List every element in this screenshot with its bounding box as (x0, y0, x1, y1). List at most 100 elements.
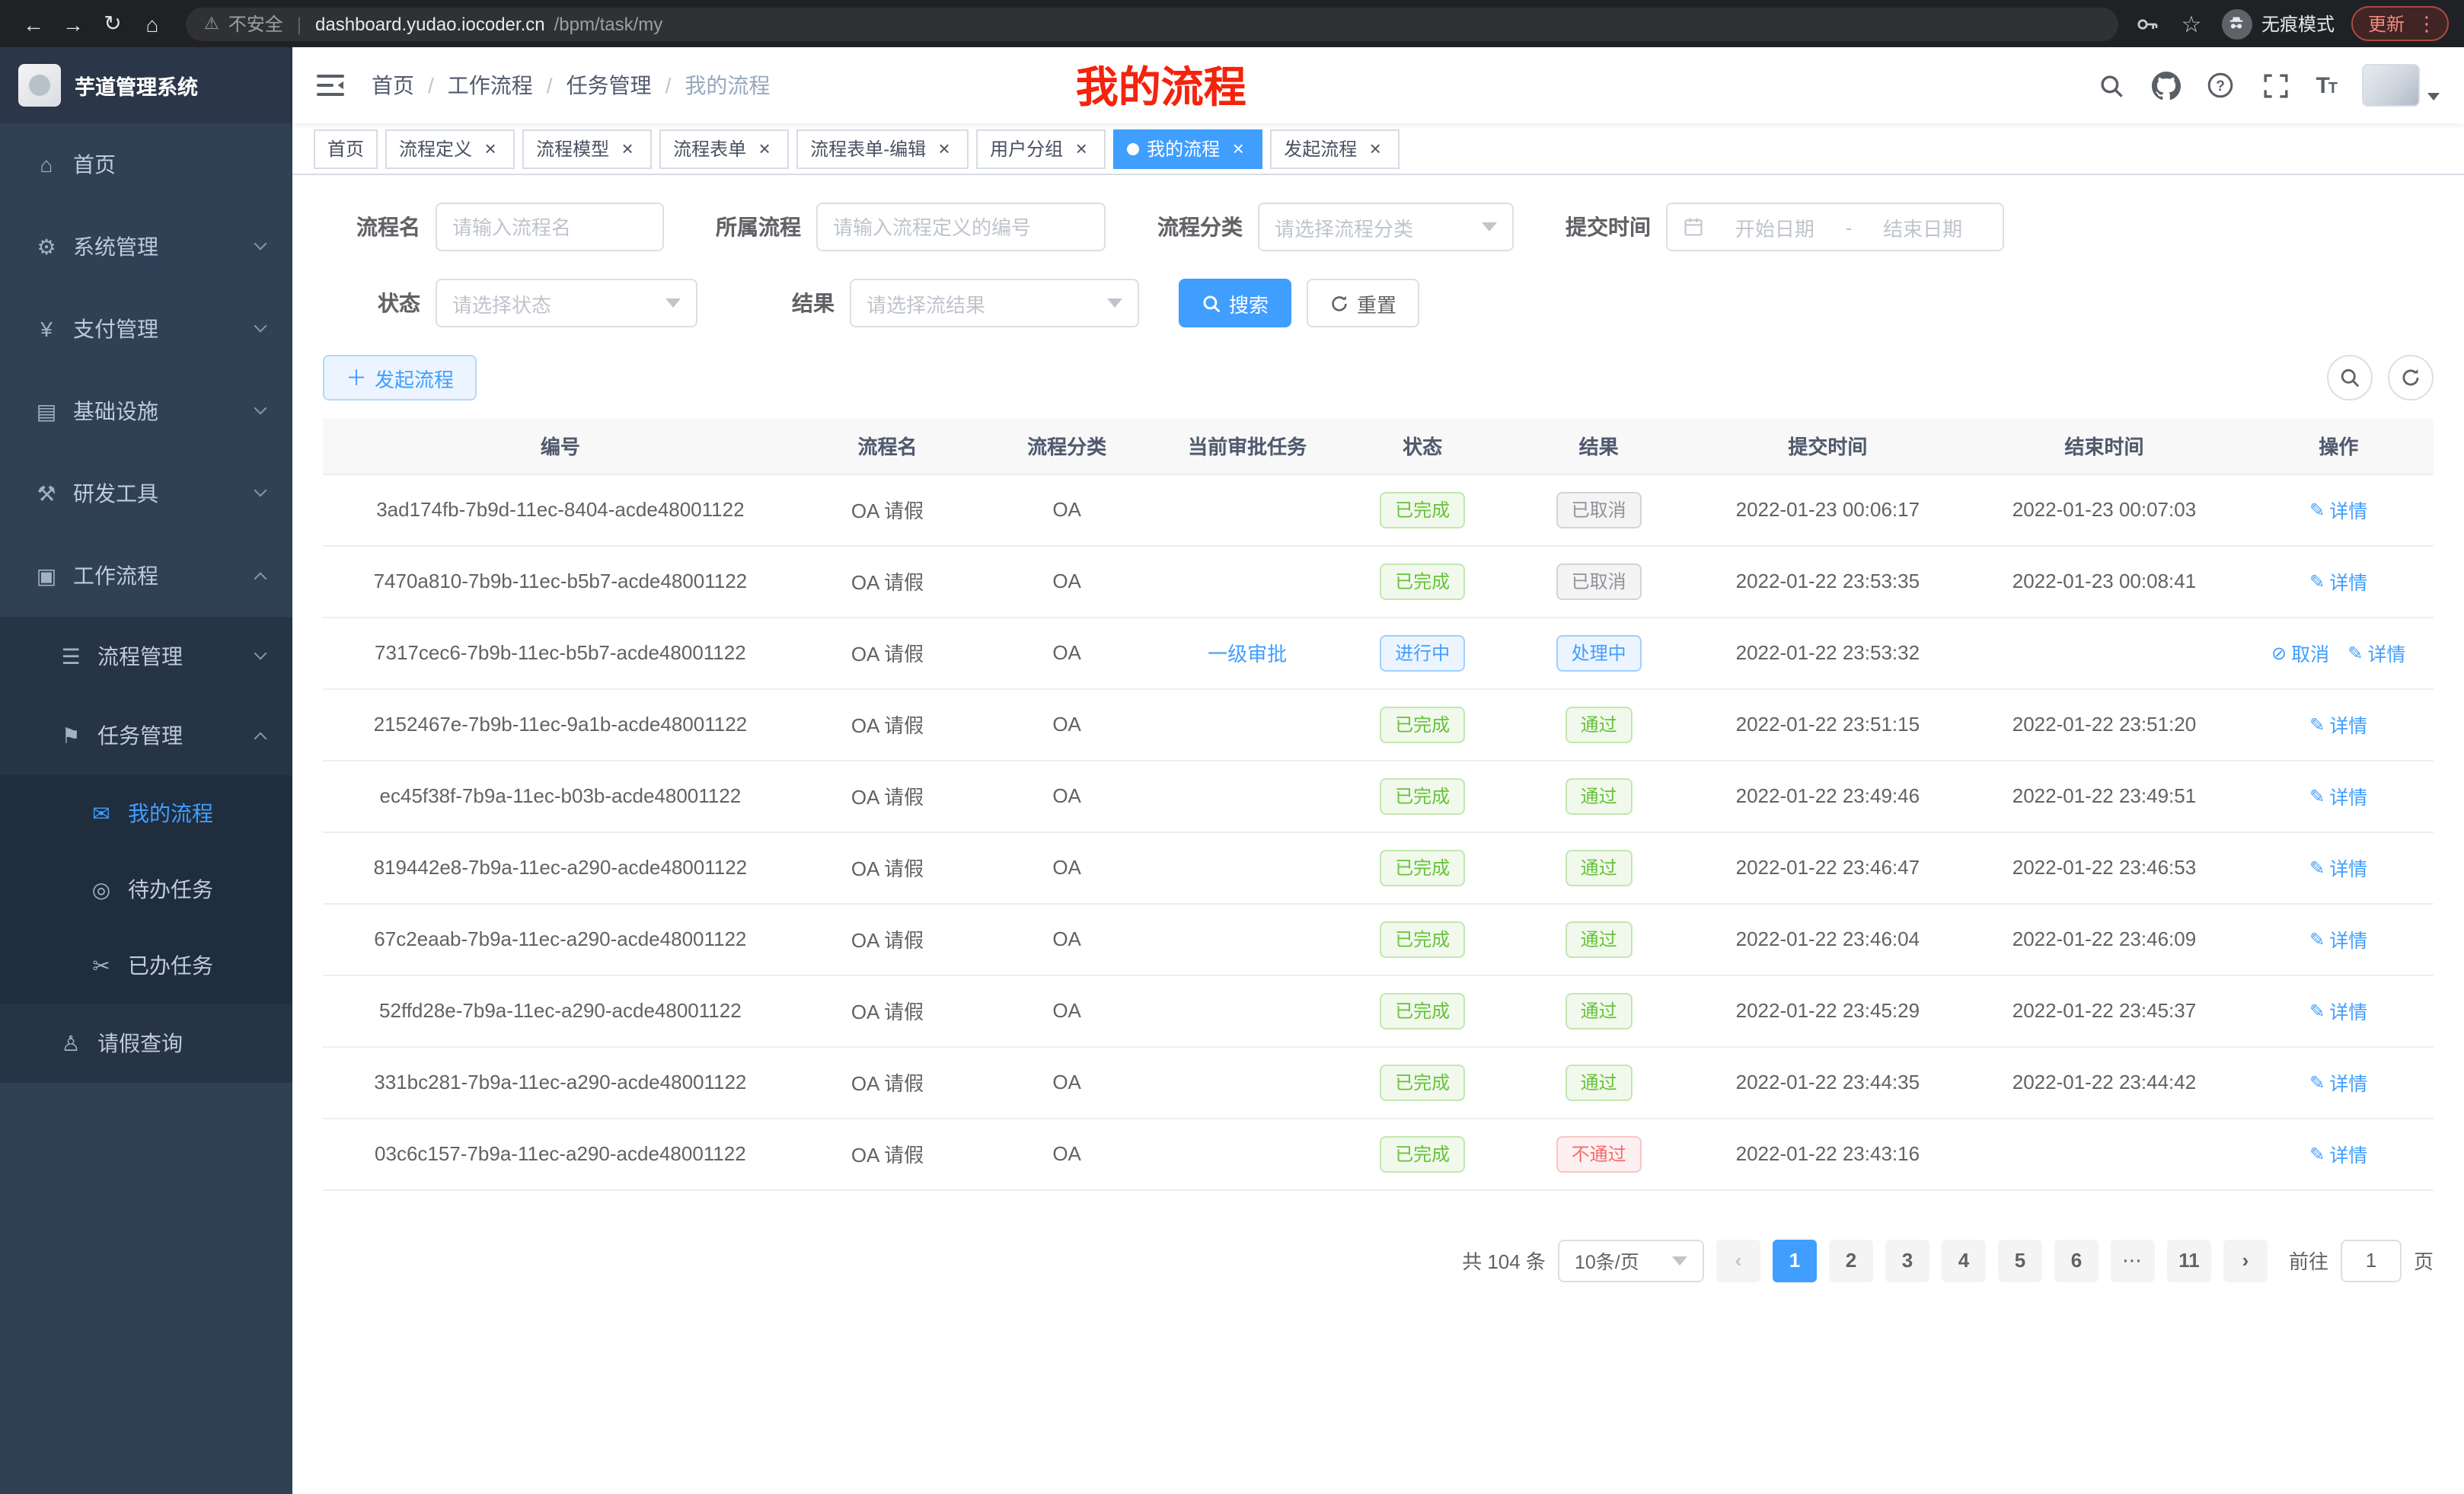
sidebar-item-devtools[interactable]: ⚒研发工具 (0, 452, 292, 535)
detail-button[interactable]: ✎详情 (2309, 1068, 2367, 1097)
sidebar-logo[interactable]: 芋道管理系统 (0, 47, 292, 123)
tab-home[interactable]: 首页 (314, 129, 378, 168)
sidebar-item-infrastructure[interactable]: ▤基础设施 (0, 370, 292, 452)
sidebar-item-task-management[interactable]: ⚑任务管理 (0, 696, 292, 775)
tab-close-icon[interactable]: × (934, 138, 955, 159)
tab-close-icon[interactable]: × (1071, 138, 1092, 159)
tab-close-icon[interactable]: × (617, 138, 638, 159)
page-button-3[interactable]: 3 (1885, 1239, 1929, 1282)
password-key-icon[interactable] (2134, 10, 2161, 37)
next-page-button[interactable]: › (2223, 1239, 2268, 1282)
cell-submit-time: 2022-01-22 23:45:29 (1690, 975, 1964, 1046)
result-select[interactable]: 请选择流结果 (850, 279, 1139, 327)
security-label[interactable]: 不安全 (228, 11, 283, 37)
jump-prefix: 前往 (2289, 1246, 2328, 1275)
page-button-11[interactable]: 11 (2167, 1239, 2211, 1282)
detail-button[interactable]: ✎详情 (2309, 710, 2367, 739)
search-button[interactable]: 搜索 (1179, 279, 1291, 327)
browser-home-button[interactable]: ⌂ (134, 5, 171, 42)
detail-icon: ✎ (2309, 857, 2325, 878)
sidebar-item-payment[interactable]: ¥支付管理 (0, 288, 292, 370)
breadcrumb-item[interactable]: 首页 (372, 70, 414, 101)
cancel-button[interactable]: ⊘取消 (2271, 638, 2329, 667)
bookmark-star-icon[interactable]: ☆ (2178, 10, 2205, 37)
status-select[interactable]: 请选择状态 (436, 279, 697, 327)
detail-button[interactable]: ✎详情 (2309, 781, 2367, 810)
process-name-input[interactable] (436, 203, 664, 251)
reset-button[interactable]: 重置 (1307, 279, 1419, 327)
create-process-button[interactable]: ＋ 发起流程 (323, 355, 477, 401)
date-end-placeholder: 结束日期 (1858, 212, 1987, 241)
process-def-input[interactable] (816, 203, 1106, 251)
detail-button[interactable]: ✎详情 (2309, 1139, 2367, 1168)
page-button-6[interactable]: 6 (2054, 1239, 2099, 1282)
prev-page-button[interactable]: ‹ (1716, 1239, 1760, 1282)
cell-current-task (1157, 975, 1338, 1046)
detail-button[interactable]: ✎详情 (2309, 853, 2367, 882)
category-select[interactable]: 请选择流程分类 (1258, 203, 1514, 251)
detail-button[interactable]: ✎详情 (2309, 495, 2367, 524)
tab-start-process[interactable]: 发起流程× (1270, 129, 1400, 168)
breadcrumb-item[interactable]: 工作流程 (448, 70, 533, 101)
sidebar-item-my-process[interactable]: ✉我的流程 (0, 775, 292, 851)
sidebar-item-leave-query[interactable]: ♙请假查询 (0, 1004, 292, 1083)
sidebar-item-system[interactable]: ⚙系统管理 (0, 206, 292, 288)
tab-user-group[interactable]: 用户分组× (976, 129, 1106, 168)
page-button-1[interactable]: 1 (1773, 1239, 1817, 1282)
sidebar-item-label: 流程管理 (97, 641, 183, 672)
hamburger-icon[interactable] (317, 70, 347, 101)
refresh-icon (2400, 367, 2421, 388)
reload-button[interactable]: ↻ (94, 5, 131, 42)
cell-category: OA (977, 688, 1157, 760)
tab-my-process[interactable]: 我的流程× (1113, 129, 1262, 168)
page-button-5[interactable]: 5 (1998, 1239, 2042, 1282)
detail-button[interactable]: ✎详情 (2309, 924, 2367, 953)
status-badge: 已完成 (1380, 1064, 1465, 1100)
submit-time-range[interactable]: 开始日期 - 结束日期 (1666, 203, 2004, 251)
font-size-icon[interactable]: TT (2316, 72, 2336, 98)
tab-close-icon[interactable]: × (480, 138, 501, 159)
user-menu[interactable] (2362, 64, 2440, 107)
tab-process-model[interactable]: 流程模型× (522, 129, 652, 168)
page-button-2[interactable]: 2 (1829, 1239, 1873, 1282)
tab-process-definition[interactable]: 流程定义× (385, 129, 515, 168)
browser-menu-icon[interactable]: ⋮ (2412, 11, 2441, 36)
show-search-button[interactable] (2327, 355, 2373, 401)
address-bar[interactable]: ⚠ 不安全 | dashboard.yudao.iocoder.cn/bpm/t… (186, 7, 2118, 40)
tab-process-form-edit[interactable]: 流程表单-编辑× (796, 129, 969, 168)
tab-close-icon[interactable]: × (1364, 138, 1386, 159)
sidebar-item-workflow[interactable]: ▣工作流程 (0, 535, 292, 617)
detail-button[interactable]: ✎详情 (2309, 996, 2367, 1025)
tab-close-icon[interactable]: × (1227, 138, 1249, 159)
search-icon[interactable] (2096, 71, 2125, 100)
avatar[interactable] (2362, 64, 2420, 107)
breadcrumb-separator: / (665, 73, 672, 97)
sidebar-item-process-management[interactable]: ☰流程管理 (0, 617, 292, 696)
refresh-table-button[interactable] (2388, 355, 2434, 401)
cell-category: OA (977, 832, 1157, 903)
breadcrumb-item[interactable]: 任务管理 (567, 70, 652, 101)
github-icon[interactable] (2151, 71, 2180, 100)
current-task-link[interactable]: 一级审批 (1208, 643, 1287, 666)
column-header-1: 流程名 (798, 419, 978, 474)
cell-name: OA 请假 (798, 1046, 978, 1118)
tab-process-form[interactable]: 流程表单× (659, 129, 789, 168)
action-label: 详情 (2329, 853, 2367, 882)
page-button-4[interactable]: 4 (1942, 1239, 1986, 1282)
sidebar-item-todo-tasks[interactable]: ◎待办任务 (0, 851, 292, 927)
result-badge: 通过 (1566, 849, 1633, 886)
fullscreen-icon[interactable] (2261, 71, 2290, 100)
status-badge: 已完成 (1380, 921, 1465, 957)
back-button[interactable]: ← (15, 5, 52, 42)
sidebar-item-done-tasks[interactable]: ✂已办任务 (0, 927, 292, 1004)
update-button[interactable]: 更新 ⋮ (2351, 6, 2449, 41)
detail-button[interactable]: ✎详情 (2348, 638, 2405, 667)
page-size-select[interactable]: 10条/页 (1558, 1239, 1704, 1282)
tab-close-icon[interactable]: × (754, 138, 775, 159)
search-button-label: 搜索 (1229, 289, 1269, 318)
jump-page-input[interactable] (2341, 1239, 2402, 1282)
help-icon[interactable]: ? (2206, 71, 2235, 100)
sidebar-item-home[interactable]: ⌂首页 (0, 123, 292, 206)
forward-button[interactable]: → (55, 5, 91, 42)
detail-button[interactable]: ✎详情 (2309, 567, 2367, 595)
